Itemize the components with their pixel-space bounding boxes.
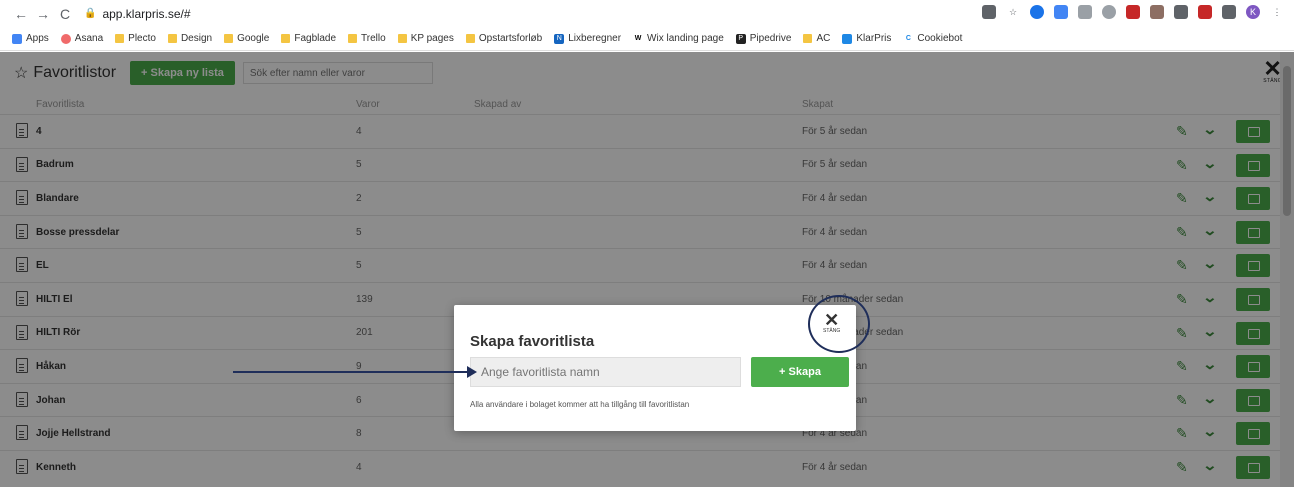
translate-icon[interactable] bbox=[982, 5, 996, 19]
url-text: app.klarpris.se/# bbox=[102, 6, 191, 21]
address-bar[interactable]: 🔒 app.klarpris.se/# bbox=[84, 7, 191, 21]
pdf-extension-icon[interactable] bbox=[1198, 5, 1212, 19]
bookmark-folder[interactable]: Trello bbox=[348, 33, 386, 44]
n-logo-icon: N bbox=[554, 33, 565, 44]
folder-icon bbox=[224, 34, 234, 43]
back-icon[interactable]: ← bbox=[10, 6, 32, 22]
asana-icon bbox=[60, 33, 71, 44]
bookmarks-bar: Apps Asana Plecto Design Google Fagblade… bbox=[0, 27, 1294, 51]
reload-icon[interactable]: C bbox=[54, 6, 76, 22]
bookmark-folder[interactable]: AC bbox=[803, 33, 830, 44]
folder-icon bbox=[465, 34, 475, 43]
annotation-circle bbox=[808, 295, 870, 353]
bookmark-folder[interactable]: Fagblade bbox=[281, 33, 336, 44]
pipedrive-icon: P bbox=[735, 33, 746, 44]
extension-icon[interactable] bbox=[1174, 5, 1188, 19]
bookmark-cookiebot[interactable]: C Cookiebot bbox=[903, 33, 962, 44]
list-name-input[interactable] bbox=[470, 357, 741, 387]
forward-icon[interactable]: → bbox=[32, 6, 54, 22]
klarpris-icon bbox=[842, 33, 853, 44]
folder-icon bbox=[803, 34, 813, 43]
bookmark-folder[interactable]: Opstartsforløb bbox=[465, 33, 542, 44]
extension-icon[interactable] bbox=[1030, 5, 1044, 19]
lock-icon: 🔒 bbox=[84, 8, 97, 19]
bookmark-folder[interactable]: Design bbox=[167, 33, 212, 44]
folder-icon bbox=[167, 34, 177, 43]
extension-icon[interactable] bbox=[1054, 5, 1068, 19]
extensions-area: ☆ K ⋮ bbox=[982, 5, 1284, 19]
screen: ← → C 🔒 app.klarpris.se/# ☆ K ⋮ Apps Asa… bbox=[0, 0, 1294, 487]
apps-grid-icon bbox=[12, 33, 22, 44]
bookmark-folder[interactable]: KP pages bbox=[397, 33, 454, 44]
modal-note: Alla användare i bolaget kommer att ha t… bbox=[470, 400, 690, 409]
puzzle-icon[interactable] bbox=[1222, 5, 1236, 19]
create-list-modal: ✕ STÄNG Skapa favoritlista + Skapa Alla … bbox=[454, 305, 856, 431]
folder-icon bbox=[348, 34, 358, 43]
extension-icon[interactable] bbox=[1078, 5, 1092, 19]
cookiebot-icon: C bbox=[903, 33, 914, 44]
extension-icon[interactable] bbox=[1102, 5, 1116, 19]
bookmark-wix[interactable]: W Wix landing page bbox=[633, 33, 724, 44]
folder-icon bbox=[115, 34, 125, 43]
bookmark-folder[interactable]: Plecto bbox=[115, 33, 156, 44]
extension-icon[interactable] bbox=[1150, 5, 1164, 19]
bookmark-asana[interactable]: Asana bbox=[60, 33, 103, 44]
folder-icon bbox=[397, 34, 407, 43]
bookmark-pipedrive[interactable]: P Pipedrive bbox=[735, 33, 791, 44]
wix-icon: W bbox=[633, 33, 644, 44]
extension-icon[interactable] bbox=[1126, 5, 1140, 19]
bookmark-lixberegner[interactable]: N Lixberegner bbox=[554, 33, 621, 44]
bookmark-klarpris[interactable]: KlarPris bbox=[842, 33, 891, 44]
folder-icon bbox=[281, 34, 291, 43]
profile-avatar[interactable]: K bbox=[1246, 5, 1260, 19]
menu-icon[interactable]: ⋮ bbox=[1270, 5, 1284, 19]
star-icon[interactable]: ☆ bbox=[1006, 5, 1020, 19]
annotation-arrow bbox=[233, 366, 477, 378]
bookmark-folder[interactable]: Google bbox=[224, 33, 269, 44]
create-button[interactable]: + Skapa bbox=[751, 357, 849, 387]
bookmark-apps[interactable]: Apps bbox=[12, 33, 49, 44]
browser-toolbar: ← → C 🔒 app.klarpris.se/# ☆ K ⋮ bbox=[0, 0, 1294, 27]
modal-title: Skapa favoritlista bbox=[470, 333, 595, 350]
